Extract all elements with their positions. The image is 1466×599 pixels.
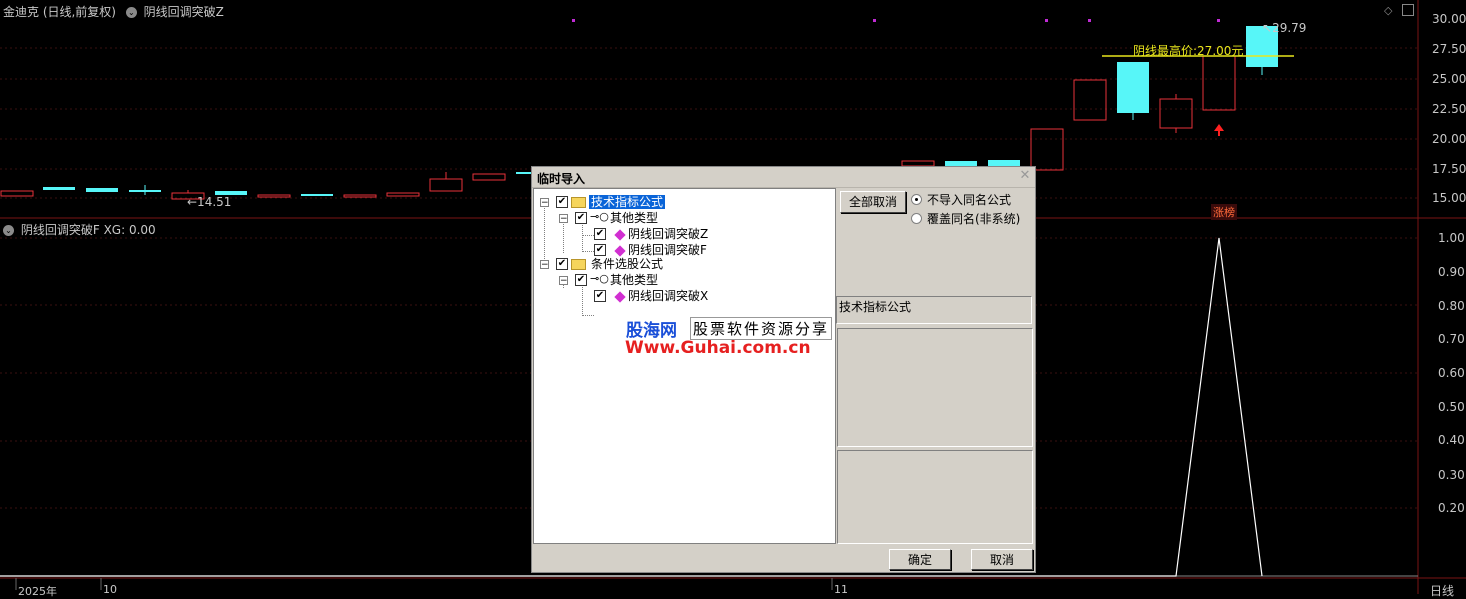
candle <box>1159 98 1193 129</box>
checkbox[interactable]: ✔ <box>594 244 606 256</box>
tree-connector <box>563 219 564 253</box>
checkbox[interactable]: ✔ <box>575 274 587 286</box>
tree-node-condition-formulas[interactable]: 条件选股公式 <box>591 256 663 272</box>
candle <box>516 172 532 174</box>
candle <box>1202 55 1236 111</box>
indicator-tick: 0.20 <box>1438 501 1465 515</box>
checkbox[interactable]: ✔ <box>556 258 568 270</box>
time-label-nov: 11 <box>834 583 848 596</box>
low-price-label: ←14.51 <box>187 195 232 209</box>
price-tick: 22.50 <box>1432 102 1466 116</box>
tree-node-indicator-formulas[interactable]: 技术指标公式 <box>589 194 666 210</box>
tree-connector <box>582 283 583 316</box>
limit-board-badge: 涨榜 <box>1211 204 1237 220</box>
candle <box>301 194 333 196</box>
checkbox[interactable]: ✔ <box>575 212 587 224</box>
type-label-panel: 技术指标公式 <box>836 296 1032 324</box>
checkbox[interactable]: ✔ <box>594 290 606 302</box>
indicator-tick: 0.40 <box>1438 433 1465 447</box>
tree-connector <box>582 235 594 236</box>
high-price-value: 29.79 <box>1272 21 1307 35</box>
signal-markers <box>572 19 1220 22</box>
watermark-url: Www.Guhai.com.cn <box>625 338 811 358</box>
expand-toggle[interactable]: − <box>559 214 568 224</box>
candle <box>1073 79 1107 121</box>
candle <box>429 178 463 192</box>
formula-diamond-icon <box>614 291 626 303</box>
price-tick: 20.00 <box>1432 132 1466 146</box>
period-label[interactable]: 日线 <box>1430 582 1454 599</box>
tree-connector <box>544 203 545 265</box>
parameter-panel <box>837 450 1033 544</box>
key-icon: ⊸○ <box>590 272 609 285</box>
description-panel <box>837 328 1033 447</box>
indicator-tick: 0.60 <box>1438 366 1465 380</box>
candle <box>343 194 377 198</box>
price-tick: 15.00 <box>1432 191 1466 205</box>
import-dialog: 临时导入 ✕ − ✔ 技术指标公式 − ✔ ⊸○ 其他类型 ✔ 阴线回调突破Z <box>531 166 1036 573</box>
formula-tree[interactable]: − ✔ 技术指标公式 − ✔ ⊸○ 其他类型 ✔ 阴线回调突破Z ✔ 阴线回调突… <box>533 188 836 544</box>
candle <box>43 187 75 190</box>
watermark-slogan: 股票软件资源分享 <box>690 317 833 340</box>
candle <box>1030 128 1064 171</box>
expand-toggle[interactable]: − <box>540 198 549 208</box>
price-tick: 30.00 <box>1432 12 1466 26</box>
indicator-tick: 1.00 <box>1438 231 1465 245</box>
indicator-tick: 0.70 <box>1438 332 1465 346</box>
tree-connector <box>582 315 594 316</box>
tree-connector <box>582 251 594 252</box>
radio-no-import-same[interactable] <box>911 194 922 205</box>
price-tick: 27.50 <box>1432 42 1466 56</box>
candle <box>472 173 506 181</box>
cancel-all-button[interactable]: 全部取消 <box>840 191 906 213</box>
indicator-tick: 0.30 <box>1438 468 1465 482</box>
tree-node-other-types[interactable]: 其他类型 <box>610 210 658 226</box>
candle <box>1117 62 1149 113</box>
tree-node-formula[interactable]: 阴线回调突破Z <box>628 226 708 242</box>
tree-node-formula[interactable]: 阴线回调突破X <box>628 288 708 304</box>
checkbox[interactable]: ✔ <box>594 228 606 240</box>
high-price-label: ↖29.79 <box>1262 21 1307 35</box>
price-tick: 25.00 <box>1432 72 1466 86</box>
close-icon[interactable]: ✕ <box>1018 169 1032 183</box>
cancel-button[interactable]: 取消 <box>971 549 1033 570</box>
price-tick: 17.50 <box>1432 162 1466 176</box>
dialog-titlebar[interactable]: 临时导入 ✕ <box>532 167 1035 188</box>
tree-node-other-types[interactable]: 其他类型 <box>610 272 658 288</box>
key-icon: ⊸○ <box>590 210 609 223</box>
candle <box>257 194 291 198</box>
time-label-oct: 10 <box>103 583 117 596</box>
folder-icon <box>571 259 586 270</box>
candle <box>0 190 34 197</box>
indicator-tick: 0.50 <box>1438 400 1465 414</box>
stock-chart-window: 金迪克 (日线,前复权) ⌄ 阴线回调突破Z ◇ ⌄ 阴线回调突破F XG: 0… <box>0 0 1466 598</box>
radio-overwrite-same[interactable] <box>911 213 922 224</box>
radio-label[interactable]: 覆盖同名(非系统) <box>927 210 1020 227</box>
ok-button[interactable]: 确定 <box>889 549 951 570</box>
formula-diamond-icon <box>614 245 626 257</box>
folder-icon <box>571 197 586 208</box>
candle <box>86 188 118 192</box>
indicator-tick: 0.80 <box>1438 299 1465 313</box>
indicator-tick: 0.90 <box>1438 265 1465 279</box>
formula-diamond-icon <box>614 229 626 241</box>
time-label-year: 2025年 <box>18 585 57 598</box>
radio-label[interactable]: 不导入同名公式 <box>927 191 1011 208</box>
checkbox[interactable]: ✔ <box>556 196 568 208</box>
expand-toggle[interactable]: − <box>540 260 549 270</box>
candle <box>386 192 420 197</box>
expand-toggle[interactable]: − <box>559 276 568 286</box>
up-arrow-icon <box>1214 124 1224 136</box>
dialog-title: 临时导入 <box>537 172 586 186</box>
yin-high-label: 阴线最高价:27.00元 <box>1133 44 1244 58</box>
type-label: 技术指标公式 <box>839 300 912 314</box>
